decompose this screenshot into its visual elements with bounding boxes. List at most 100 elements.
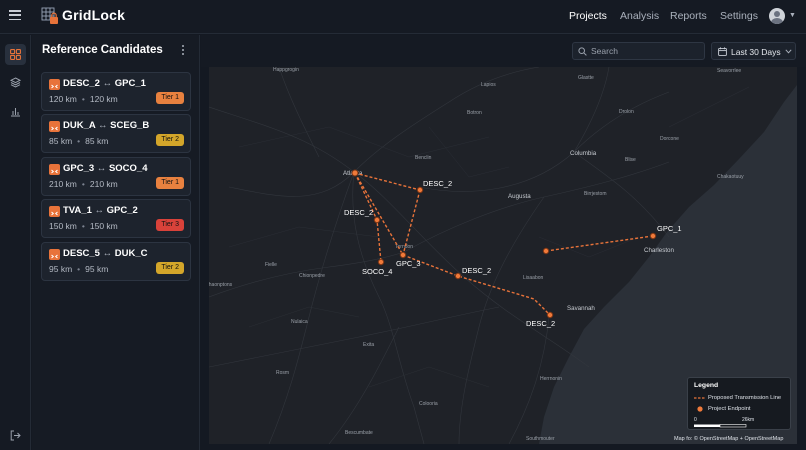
separator-dot: •	[81, 179, 85, 189]
layers-icon[interactable]	[5, 72, 26, 93]
place-label: Chakaotuuy	[717, 174, 744, 180]
legend-title: Legend	[694, 382, 719, 389]
scale-max: 26km	[742, 417, 755, 423]
grid-lock-logo-icon	[41, 7, 58, 24]
distance-a: 210 km	[49, 179, 77, 189]
tier-badge: Tier 2	[156, 262, 184, 274]
candidate-distance: 95 km • 95 km	[49, 264, 108, 274]
endpoint-marker[interactable]	[377, 258, 385, 266]
candidate-distance: 85 km • 85 km	[49, 136, 108, 146]
place-label: Blise	[625, 157, 636, 163]
search-icon	[578, 47, 587, 56]
place-label: Herrnonin	[540, 376, 562, 382]
tier-badge: Tier 1	[156, 177, 184, 189]
place-label: Benclin	[415, 155, 432, 161]
distance-b: 150 km	[89, 221, 118, 231]
candidate-pair-title: DESC_2 ↔ GPC_1	[63, 78, 146, 89]
place-label: Birrjestom	[584, 191, 607, 197]
distance-a: 150 km	[49, 221, 77, 231]
search-box[interactable]	[572, 42, 705, 60]
candidate-to: SCEG_B	[110, 120, 150, 131]
candidate-to: GPC_1	[114, 78, 146, 89]
candidate-card[interactable]: DESC_5 ↔ DUK_C 95 km • 95 km Tier 2	[41, 242, 191, 281]
more-options-icon[interactable]	[180, 45, 186, 57]
candidate-from: TVA_1	[63, 205, 92, 216]
place-label: Happgrogin	[273, 67, 299, 73]
top-header: GridLock Projects Analysis Reports Setti…	[0, 0, 806, 34]
candidate-card[interactable]: GPC_3 ↔ SOCO_4 210 km • 210 km Tier 1	[41, 157, 191, 196]
dashed-line-icon	[694, 397, 706, 399]
panel-title: Reference Candidates	[42, 44, 163, 56]
candidate-distance: 150 km • 150 km	[49, 221, 118, 231]
candidate-card[interactable]: TVA_1 ↔ GPC_2 150 km • 150 km Tier 3	[41, 199, 191, 238]
place-label: Charleston	[644, 247, 674, 254]
hamburger-menu-icon[interactable]	[9, 10, 21, 21]
place-label: Lapios	[481, 82, 496, 88]
place-label: Savannah	[567, 305, 595, 312]
transmission-pair-icon	[49, 249, 60, 260]
place-label: Nulaica	[291, 319, 308, 325]
link-arrow-icon: ↔	[102, 78, 113, 89]
nav-settings[interactable]: Settings	[720, 10, 758, 22]
candidate-from: DESC_5	[63, 248, 100, 259]
link-arrow-icon: ↔	[102, 248, 113, 259]
place-label: Glastte	[578, 75, 594, 81]
endpoint-marker[interactable]	[399, 251, 407, 259]
reference-candidates-panel: Reference Candidates DESC_2 ↔ GPC_1 120 k…	[32, 35, 200, 450]
distance-b: 210 km	[89, 179, 118, 189]
date-range-label: Last 30 Days	[731, 46, 781, 57]
nav-analysis[interactable]: Analysis	[620, 10, 659, 22]
transmission-pair-icon	[49, 121, 60, 132]
legend-point-label: Project Endpoint	[708, 406, 751, 412]
icon-rail	[0, 35, 31, 450]
search-input[interactable]	[591, 45, 701, 57]
route-label: GPC_1	[657, 224, 682, 233]
candidate-distance: 120 km • 120 km	[49, 94, 118, 104]
link-arrow-icon: ↔	[96, 163, 107, 174]
distance-a: 95 km	[49, 264, 73, 274]
candidate-from: DUK_A	[63, 120, 96, 131]
endpoint-marker[interactable]	[542, 247, 550, 255]
distance-b: 85 km	[85, 136, 109, 146]
separator-dot: •	[81, 221, 85, 231]
dashboard-grid-icon[interactable]	[5, 44, 26, 65]
logout-icon[interactable]	[5, 425, 26, 446]
place-label: Botron	[467, 110, 482, 116]
calendar-icon	[718, 47, 727, 56]
candidate-pair-title: GPC_3 ↔ SOCO_4	[63, 163, 147, 174]
candidate-card[interactable]: DUK_A ↔ SCEG_B 85 km • 85 km Tier 2	[41, 114, 191, 153]
route-label: SOCO_4	[362, 267, 392, 276]
endpoint-marker[interactable]	[649, 232, 657, 240]
distance-b: 120 km	[89, 94, 118, 104]
tier-badge: Tier 3	[156, 219, 184, 231]
place-label: Bescumbate	[345, 430, 373, 436]
endpoint-marker[interactable]	[373, 216, 381, 224]
candidate-card[interactable]: DESC_2 ↔ GPC_1 120 km • 120 km Tier 1	[41, 72, 191, 111]
route-label: DESC_2	[526, 319, 555, 328]
route-label: DESC_2	[462, 266, 491, 275]
scale-bar	[694, 424, 747, 428]
transmission-pair-icon	[49, 164, 60, 175]
nav-reports[interactable]: Reports	[670, 10, 707, 22]
legend-line-label: Proposed Transmission Line	[708, 395, 782, 401]
chevron-down-icon[interactable]: ▼	[789, 12, 796, 19]
user-avatar[interactable]	[769, 8, 785, 24]
candidate-pair-title: TVA_1 ↔ GPC_2	[63, 205, 138, 216]
place-label: Colooria	[419, 401, 438, 407]
bar-chart-icon[interactable]	[5, 101, 26, 122]
nav-projects[interactable]: Projects	[569, 10, 607, 22]
candidate-from: GPC_3	[63, 163, 95, 174]
endpoint-marker[interactable]	[546, 311, 554, 319]
scale-min: 0	[694, 417, 697, 423]
endpoint-marker[interactable]	[351, 169, 359, 177]
date-range-select[interactable]: Last 30 Days	[711, 42, 796, 60]
endpoint-marker[interactable]	[454, 272, 462, 280]
place-label: Columbia	[570, 150, 597, 157]
separator-dot: •	[81, 94, 85, 104]
place-label: Drolon	[619, 109, 634, 115]
candidate-to: GPC_2	[106, 205, 138, 216]
candidate-pair-title: DUK_A ↔ SCEG_B	[63, 120, 149, 131]
link-arrow-icon: ↔	[94, 205, 105, 216]
app-name: GridLock	[62, 7, 126, 23]
endpoint-marker[interactable]	[416, 186, 424, 194]
